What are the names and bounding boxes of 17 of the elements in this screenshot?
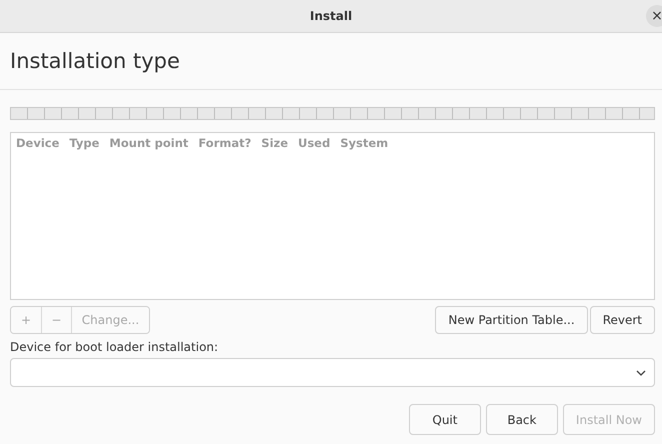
column-header[interactable]: Type [69,136,100,150]
column-header[interactable]: Device [16,136,60,150]
page-heading: Installation type [10,49,180,73]
partition-action-button[interactable]: Revert [590,306,655,334]
boot-loader-dropdown[interactable] [10,358,655,387]
close-button[interactable]: × [646,5,662,27]
column-header[interactable]: Format? [198,136,252,150]
column-header[interactable]: Size [261,136,288,150]
column-header[interactable]: Used [298,136,330,150]
window-title: Install [310,9,352,23]
dialog-button[interactable]: Back [486,404,558,435]
boot-loader-label: Device for boot loader installation: [10,340,220,354]
column-header[interactable]: Mount point [109,136,188,150]
chevron-down-icon [636,370,646,376]
column-header[interactable]: System [340,136,388,150]
partition-action-button[interactable]: New Partition Table... [435,306,588,334]
dialog-button[interactable]: Quit [408,404,481,435]
